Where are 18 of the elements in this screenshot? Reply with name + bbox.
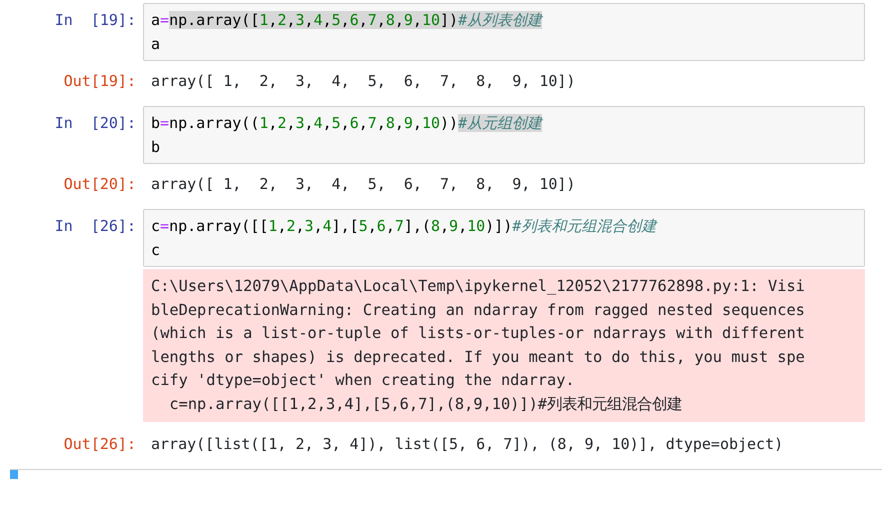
warning-line: c=np.array([[1,2,3,4],[5,6,7],(8,9,10)])#列表和元组混合创建: [168, 394, 684, 414]
code-input[interactable]: a=np.array([1,2,3,4,5,6,7,8,9,10])#从列表创建 a: [143, 3, 865, 61]
output-prompt: Out[19]:: [62, 71, 137, 92]
warning-line: (which is a list-or-tuple of lists-or-tuples-or ndarrays with different: [151, 323, 806, 344]
input-prompt: In [26]:: [54, 216, 137, 237]
output-text: array([ 1, 2, 3, 4, 5, 6, 7, 8, 9, 10]): [150, 174, 576, 195]
input-prompt: In [19]:: [54, 10, 137, 31]
output-prompt: Out[26]:: [62, 434, 137, 455]
code-input[interactable]: c=np.array([[1,2,3,4],[5,6,7],(8,9,10)])#列表和元组混合创建 c: [143, 209, 865, 267]
warning-line: lengths or shapes) is deprecated. If you meant to do this, you must spe: [151, 346, 806, 368]
warning-line: bleDeprecationWarning: Creating an ndarray from ragged nested sequences: [151, 300, 806, 320]
output-prompt: Out[20]:: [62, 174, 137, 195]
input-prompt: In [20]:: [54, 113, 137, 134]
code-input[interactable]: b=np.array((1,2,3,4,5,6,7,8,9,10))#从元组创建 b: [143, 106, 865, 164]
warning-line: C:\Users\12079\AppData\Local\Temp\ipykernel_12052\2177762898.py:1: Visi: [151, 276, 806, 297]
warning-line: cify 'dtype=object' when creating the ndarray.: [151, 370, 576, 391]
output-text: array([ 1, 2, 3, 4, 5, 6, 7, 8, 9, 10]): [150, 71, 576, 92]
output-text: array([list([1, 2, 3, 4]), list([5, 6, 7]), (8, 9, 10)], dtype=object): [150, 434, 784, 455]
